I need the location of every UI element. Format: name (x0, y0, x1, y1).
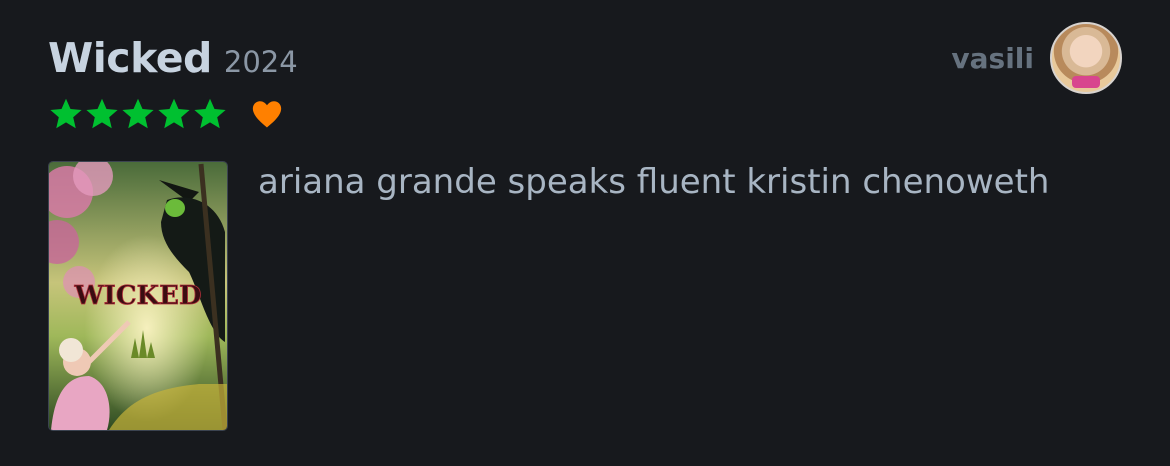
review-body: ariana grande speaks fluent kristin chen… (258, 162, 1050, 202)
star-icon (122, 98, 154, 129)
star-icon (50, 98, 82, 129)
star-rating (48, 96, 228, 132)
username[interactable]: vasili (951, 42, 1034, 75)
reviewer[interactable]: vasili (951, 22, 1122, 94)
star-icon (86, 98, 118, 129)
review-card: Wicked 2024 vasili WICKED ariana grande … (0, 0, 1170, 466)
avatar-collar (1072, 76, 1100, 88)
film-title[interactable]: Wicked (48, 34, 212, 82)
poster-image: WICKED (49, 162, 227, 430)
film-poster[interactable]: WICKED (48, 161, 228, 431)
star-icon (194, 98, 226, 129)
star-icon (158, 98, 190, 129)
film-year[interactable]: 2024 (224, 45, 298, 79)
film-header: Wicked 2024 (48, 34, 298, 82)
avatar[interactable] (1050, 22, 1122, 94)
poster-title: WICKED (73, 281, 201, 311)
heart-icon (252, 101, 282, 128)
rating-row (48, 96, 284, 132)
